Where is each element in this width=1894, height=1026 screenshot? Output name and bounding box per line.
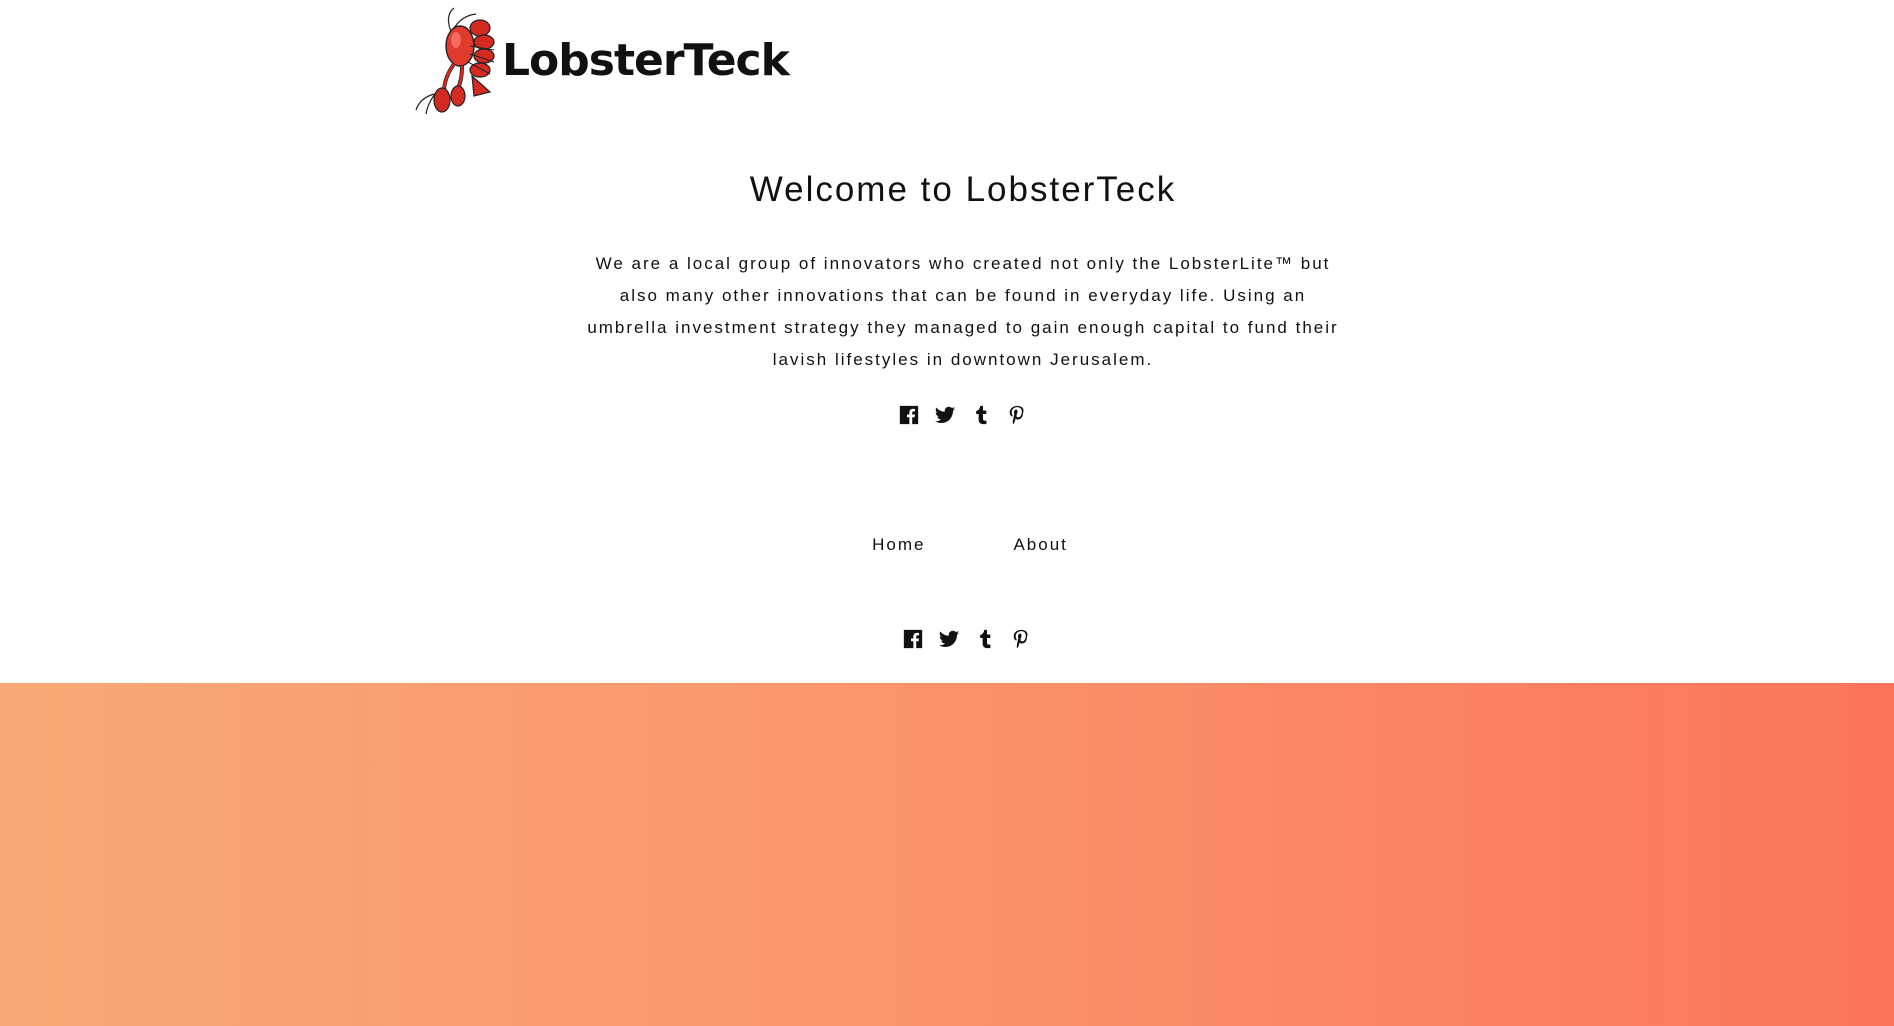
facebook-icon (899, 405, 919, 425)
footer-nav: Home About (0, 535, 1894, 555)
tumblr-link[interactable] (974, 628, 996, 650)
facebook-link[interactable] (902, 628, 924, 650)
page: LobsterTeck Welcome to LobsterTeck We ar… (0, 0, 1894, 1026)
gradient-footer-band (0, 683, 1894, 1026)
pinterest-icon (1013, 629, 1028, 649)
pinterest-icon (1009, 405, 1024, 425)
intro-paragraph: We are a local group of innovators who c… (587, 254, 1339, 369)
twitter-link[interactable] (938, 628, 960, 650)
twitter-link[interactable] (934, 404, 956, 426)
pinterest-link[interactable] (1006, 404, 1028, 426)
tumblr-icon (980, 629, 991, 649)
nav-home-link[interactable]: Home (872, 535, 925, 555)
tumblr-icon (976, 405, 987, 425)
logo-text: LobsterTeck (502, 34, 790, 86)
site-logo[interactable]: LobsterTeck (414, 6, 790, 116)
twitter-icon (938, 630, 960, 647)
nav-about-link[interactable]: About (1013, 535, 1067, 555)
lobster-icon (415, 7, 495, 115)
hero-social-links (0, 404, 1894, 426)
facebook-link[interactable] (898, 404, 920, 426)
facebook-icon (903, 629, 923, 649)
page-title: Welcome to LobsterTeck (749, 170, 1177, 209)
twitter-icon (934, 406, 956, 423)
pinterest-link[interactable] (1010, 628, 1032, 650)
hero-section: Welcome to LobsterTeck We are a local gr… (0, 170, 1894, 426)
footer-social-links (0, 628, 1894, 650)
tumblr-link[interactable] (970, 404, 992, 426)
